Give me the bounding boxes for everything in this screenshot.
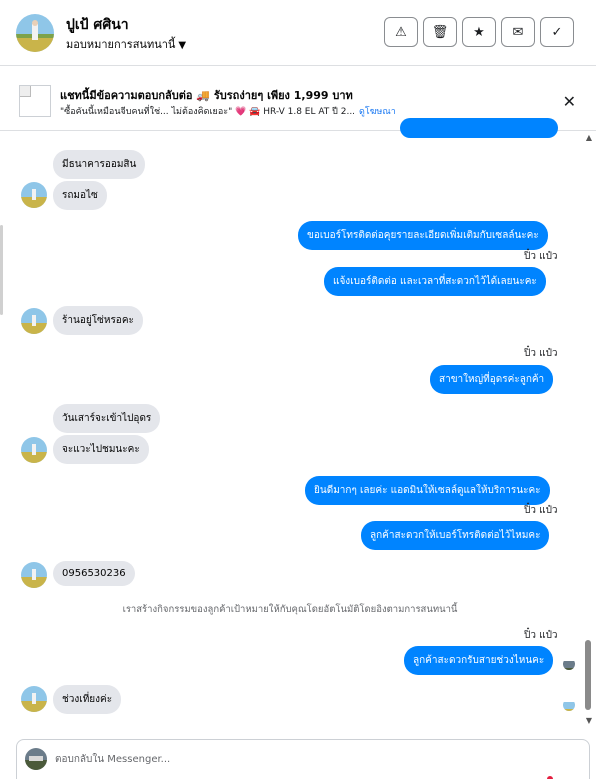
contact-avatar-small [21, 562, 47, 588]
contact-avatar-small [21, 437, 47, 463]
sender-name: ปิ๋ว แป๋ว [524, 251, 558, 262]
reply-composer [16, 739, 590, 779]
ad-subtitle: "ซื้อคันนี้เหมือนจีบคนที่ใช่... ไม่ต้องค… [60, 104, 396, 118]
scroll-up-icon[interactable]: ▲ [586, 133, 592, 142]
assign-label: มอบหมายการสนทนานี้ [66, 38, 176, 51]
message-bubble-incoming: ร้านอยู่โซ่หรอคะ [53, 306, 143, 335]
ad-thumbnail[interactable] [19, 85, 51, 117]
close-icon[interactable]: ✕ [563, 92, 576, 111]
report-button[interactable]: ⚠ [384, 17, 418, 47]
message-bubble-outgoing: ลูกค้าสะดวกรับสายช่วงไหนคะ [404, 646, 554, 675]
message-bubble-incoming: รถมอไซ [53, 181, 107, 210]
seen-avatar [563, 699, 575, 711]
sender-name: ปิ๋ว แป๋ว [524, 505, 558, 516]
mark-done-button[interactable]: ✓ [540, 17, 574, 47]
assign-conversation-dropdown[interactable]: มอบหมายการสนทนานี้ ▼ [66, 35, 186, 53]
delete-button[interactable]: 🗑 [423, 17, 457, 47]
contact-avatar-small [21, 686, 47, 712]
scrollbar-thumb[interactable] [585, 640, 591, 710]
message-bubble-incoming: 0956530236 [53, 561, 135, 586]
conversation-header: ปูเป้ ศศินา มอบหมายการสนทนานี้ ▼ ⚠ 🗑 ★ ✉ … [0, 0, 596, 66]
contact-avatar-small [21, 182, 47, 208]
left-scrollbar[interactable] [0, 225, 3, 315]
message-bubble-incoming: ช่วงเที่ยงค่ะ [53, 685, 122, 714]
ad-description: "ซื้อคันนี้เหมือนจีบคนที่ใช่... ไม่ต้องค… [60, 107, 356, 117]
message-bubble-outgoing [400, 118, 558, 138]
message-bubble-outgoing: แจ้งเบอร์ติดต่อ และเวลาที่สะดวกไว้ได้เลย… [324, 267, 546, 296]
seen-avatar [563, 658, 575, 670]
message-bubble-outgoing: ลูกค้าสะดวกให้เบอร์โทรติดต่อไว้ไหมคะ [361, 521, 550, 550]
check-icon: ✓ [551, 24, 563, 40]
star-button[interactable]: ★ [462, 17, 496, 47]
message-bubble-outgoing: สาขาใหญ่ที่อุดรค่ะลูกค้า [430, 365, 554, 394]
header-actions: ⚠ 🗑 ★ ✉ ✓ [384, 17, 574, 47]
message-bubble-incoming: มีธนาคารออมสิน [53, 150, 146, 179]
reply-input[interactable] [55, 750, 555, 768]
message-bubble-incoming: จะแวะไปชมนะคะ [53, 435, 149, 464]
page-avatar [25, 748, 47, 770]
contact-name[interactable]: ปูเป้ ศศินา [66, 14, 129, 36]
contact-avatar[interactable] [16, 14, 54, 52]
message-bubble-outgoing: ยินดีมากๆ เลยค่ะ แอดมินให้เซลล์ดูแลให้บร… [305, 476, 550, 505]
sender-name: ปิ๋ว แป๋ว [524, 348, 558, 359]
automation-notice: เราสร้างกิจกรรมของลูกค้าเป้าหมายให้กับคุ… [122, 604, 458, 615]
message-bubble-incoming: วันเสาร์จะเข้าไปอุดร [53, 404, 161, 433]
warning-icon: ⚠ [395, 24, 407, 40]
message-list: มีธนาคารออมสิน รถมอไซ ขอเบอร์โทรติดต่อคุ… [0, 118, 596, 732]
messenger-conversation-panel: ปูเป้ ศศินา มอบหมายการสนทนานี้ ▼ ⚠ 🗑 ★ ✉ … [0, 0, 596, 779]
contact-avatar-small [21, 308, 47, 334]
caret-down-icon: ▼ [178, 40, 187, 51]
trash-icon: 🗑 [431, 24, 449, 40]
mark-unread-button[interactable]: ✉ [501, 17, 535, 47]
message-bubble-outgoing: ขอเบอร์โทรติดต่อคุยรายละเอียดเพิ่มเติมกั… [298, 221, 548, 250]
star-icon: ★ [473, 24, 485, 40]
mark-unread-icon: ✉ [512, 24, 524, 40]
view-ad-link[interactable]: ดูโฆษณา [359, 107, 396, 117]
scroll-down-icon[interactable]: ▼ [586, 716, 592, 725]
sender-name: ปิ๋ว แป๋ว [524, 630, 558, 641]
ad-title: แชทนี้มีข้อความตอบกลับต่อ 🚚 รับรถง่ายๆ เ… [60, 89, 353, 102]
